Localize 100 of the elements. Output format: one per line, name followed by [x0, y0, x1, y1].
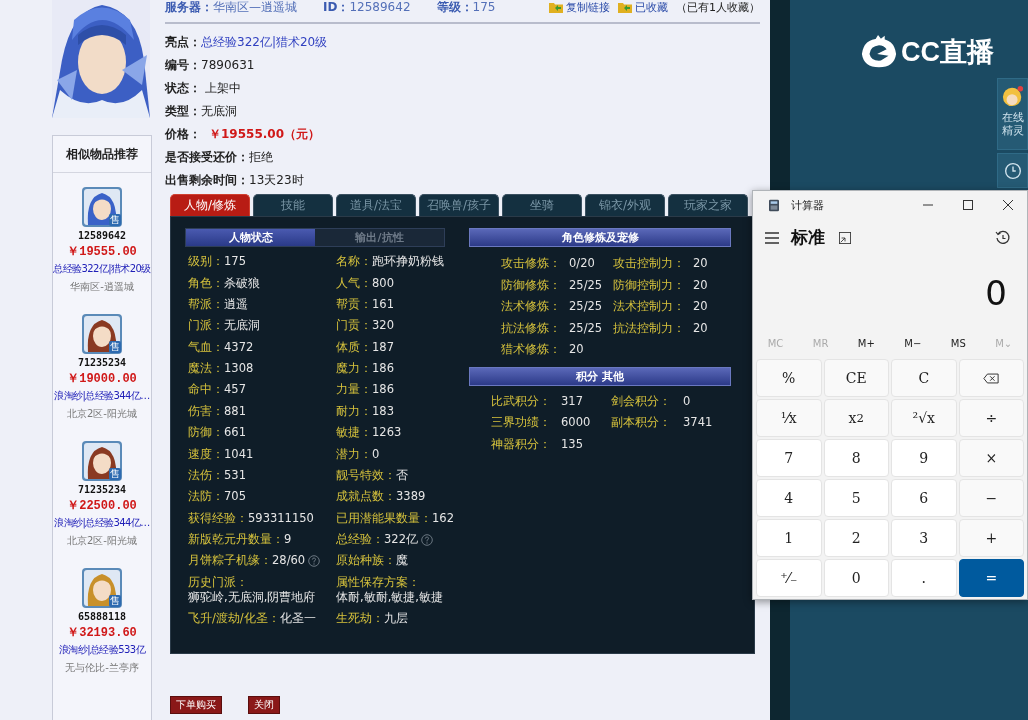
key-button[interactable]: .: [891, 559, 957, 597]
stat-label: 魔法：: [188, 361, 224, 377]
info-label: 是否接受还价：: [165, 150, 249, 164]
info-value: ￥19555.00（元）: [209, 127, 320, 141]
key-button[interactable]: 4: [756, 479, 822, 517]
sale-badge: 售: [109, 595, 121, 607]
stat-label: 猎术修炼：: [501, 341, 561, 358]
stat-value: 3389: [396, 489, 426, 505]
item-tags-link[interactable]: 浪淘纱|总经验344亿…: [54, 516, 150, 530]
item-tags-link[interactable]: 浪淘纱|总经验344亿…: [54, 389, 150, 403]
stat-value: 183: [372, 403, 394, 419]
help-icon[interactable]: [420, 533, 433, 546]
memory-button[interactable]: M−: [898, 337, 928, 350]
stat-value: 881: [224, 403, 246, 419]
stat-value: 457: [224, 382, 246, 398]
stat-value: 25/25: [569, 276, 603, 294]
key-button[interactable]: 3: [891, 519, 957, 557]
key-button[interactable]: +: [958, 519, 1024, 557]
tab[interactable]: 道具/法宝: [336, 194, 416, 216]
action-button[interactable]: 下单购买: [170, 696, 222, 714]
stat-label: 飞升/渡劫/化圣：: [188, 611, 280, 627]
stat-label: 魔力：: [336, 361, 372, 377]
menu-icon[interactable]: [765, 231, 779, 244]
item-id: 71235234: [77, 357, 127, 368]
stat-value: 800: [372, 275, 394, 291]
stat-value: 705: [224, 489, 246, 505]
history-icon[interactable]: [995, 229, 1011, 246]
item-id: 71235234: [77, 484, 127, 495]
key-button[interactable]: 5: [823, 479, 889, 517]
key-button[interactable]: 0: [823, 559, 889, 597]
stat-label: 成就点数：: [336, 489, 396, 505]
stat-value: 狮驼岭,无底洞,阴曹地府: [188, 589, 316, 605]
subtab[interactable]: 人物状态: [186, 229, 315, 246]
stat-value: 3741: [683, 414, 714, 431]
item-tags-link[interactable]: 总经验322亿|猎术20级: [53, 262, 151, 276]
stat-label: 三界功绩：: [491, 414, 552, 431]
header-link[interactable]: 复制链接: [566, 0, 610, 15]
key-button[interactable]: ⁺⁄₋: [756, 559, 822, 597]
stat-value: 175: [224, 254, 246, 270]
tab[interactable]: 人物/修炼: [170, 194, 250, 216]
key-button[interactable]: −: [958, 479, 1024, 517]
stat-value: 否: [396, 467, 408, 483]
stat-value: 25/25: [569, 298, 603, 315]
key-button[interactable]: 1: [756, 519, 822, 557]
stat-label: 角色：: [188, 275, 224, 291]
key-button[interactable]: ÷: [958, 399, 1024, 437]
stat-label: 命中：: [188, 382, 224, 398]
key-button[interactable]: 8: [823, 439, 889, 477]
stat-label: 已用潜能果数量：: [336, 510, 432, 526]
sale-badge: 售: [109, 341, 121, 353]
help-icon[interactable]: [308, 554, 321, 567]
stat-label: 剑会积分：: [611, 392, 672, 410]
info-label: 亮点：: [165, 35, 201, 49]
info-value: 拒绝: [249, 150, 273, 164]
close-icon[interactable]: [1003, 200, 1013, 210]
key-button[interactable]: ²√x: [891, 399, 957, 437]
stat-label: 速度：: [188, 446, 224, 462]
folder-icon: [618, 1, 632, 13]
tab[interactable]: 玩家之家: [668, 194, 748, 216]
key-button[interactable]: 2: [823, 519, 889, 557]
stat-label: 抗法修炼：: [501, 319, 561, 337]
item-tags-link[interactable]: 浪淘纱|总经验533亿: [59, 643, 145, 657]
maximize-icon[interactable]: [963, 200, 973, 210]
folder-icon: [549, 1, 563, 13]
sidebar-avatar-button[interactable]: 在线精灵: [997, 78, 1028, 150]
tab[interactable]: 锦衣/外观: [585, 194, 665, 216]
key-button[interactable]: 6: [891, 479, 957, 517]
tab[interactable]: 召唤兽/孩子: [419, 194, 499, 216]
sale-badge: 售: [109, 214, 121, 226]
equals-button[interactable]: =: [958, 559, 1024, 597]
tab[interactable]: 技能: [253, 194, 333, 216]
stat-value: 320: [372, 318, 394, 334]
stat-value: 20: [693, 298, 708, 315]
stat-label: 新版乾元丹数量：: [188, 532, 284, 548]
keep-on-top-icon[interactable]: [839, 231, 851, 244]
stat-value: 186: [372, 382, 394, 398]
memory-button[interactable]: MS: [944, 337, 972, 350]
highlight-link[interactable]: 总经验322亿|猎术20级: [201, 35, 328, 49]
tab[interactable]: 坐骑: [502, 194, 582, 216]
memory-button[interactable]: M+: [851, 337, 881, 350]
stat-value: 28/60: [272, 553, 306, 569]
info-label: 价格：: [165, 127, 201, 141]
sidebar-clock-button[interactable]: [997, 153, 1028, 188]
stat-label: 帮贡：: [336, 296, 372, 312]
stat-label: 级别：: [188, 254, 224, 270]
stat-label: 防御：: [188, 425, 224, 441]
action-button[interactable]: 关闭: [248, 696, 280, 714]
key-button[interactable]: C: [891, 359, 957, 397]
info-value: 13天23时: [249, 173, 304, 187]
key-button[interactable]: ¹⁄x: [756, 399, 822, 437]
key-button[interactable]: 7: [756, 439, 822, 477]
key-button[interactable]: CE: [823, 359, 889, 397]
key-button[interactable]: %: [756, 359, 822, 397]
item-price: ￥32193.60: [67, 625, 137, 641]
stat-value: 20: [693, 255, 708, 272]
stat-value: 161: [372, 296, 394, 312]
header-link[interactable]: 已收藏: [635, 0, 668, 15]
stat-label: 法伤：: [188, 467, 224, 483]
key-button[interactable]: 9: [891, 439, 957, 477]
key-button[interactable]: ×: [958, 439, 1024, 477]
